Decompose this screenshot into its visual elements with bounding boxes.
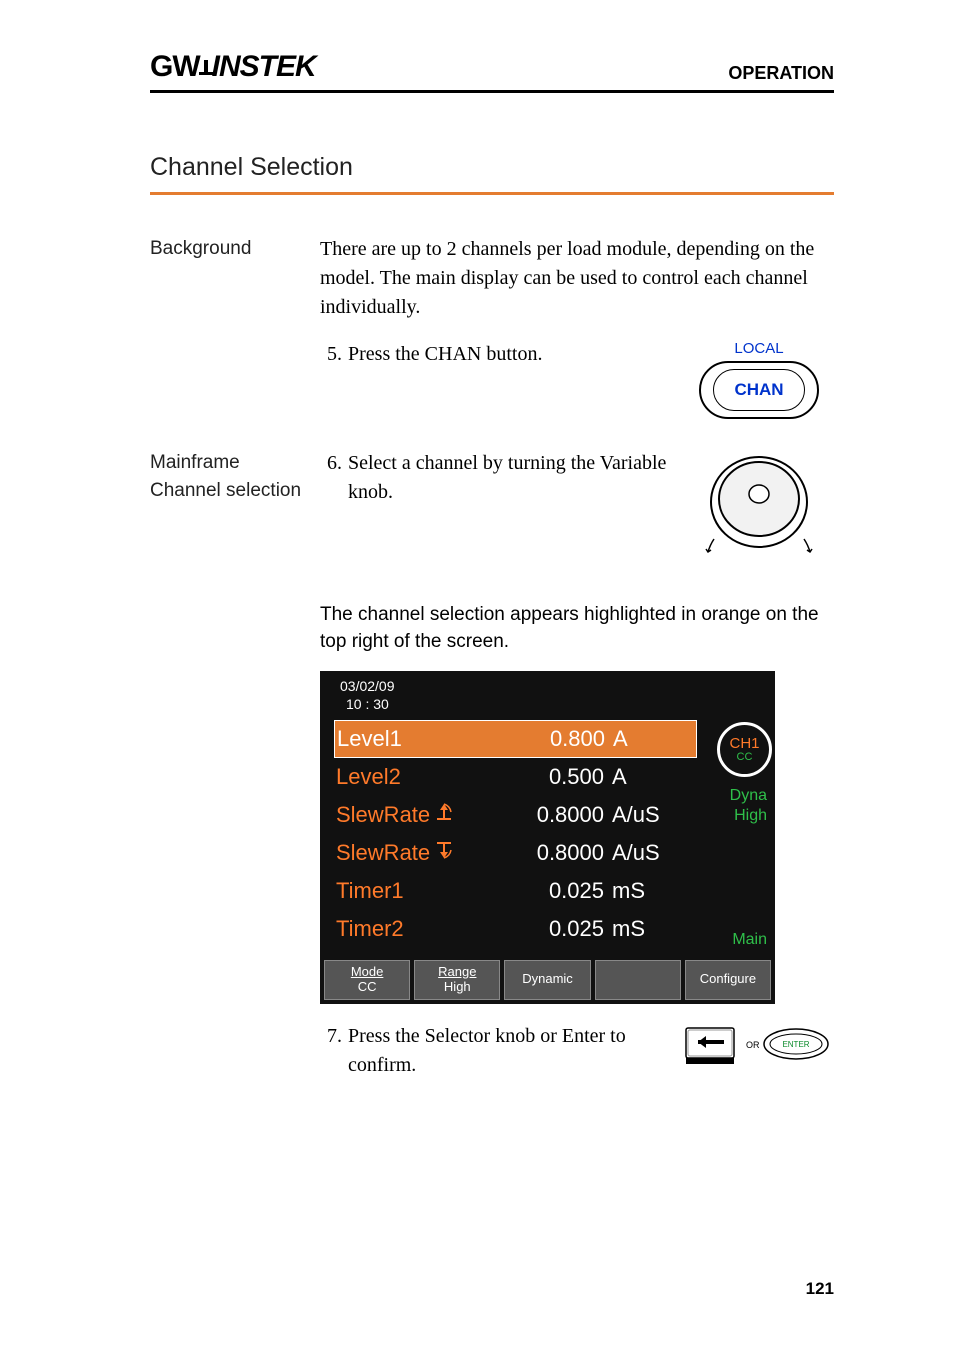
display-softkey bbox=[595, 960, 681, 1000]
display-row: Timer10.025mS bbox=[334, 872, 697, 910]
step-5-number: 5. bbox=[320, 340, 348, 369]
background-label: Background bbox=[150, 235, 320, 263]
display-cc: CC bbox=[737, 752, 753, 763]
display-row-label: Level1 bbox=[335, 723, 505, 755]
step-6-number: 6. bbox=[320, 449, 348, 507]
display-row-label: SlewRate bbox=[334, 799, 504, 831]
step-6-note: The channel selection appears highlighte… bbox=[320, 602, 834, 655]
step-6-text: Select a channel by turning the Variable… bbox=[348, 449, 684, 507]
display-row: SlewRate0.8000A/uS bbox=[334, 796, 697, 834]
device-display: 03/02/09 10 : 30 Level10.800ALevel20.500… bbox=[320, 671, 775, 1003]
mainframe-label-1: Mainframe bbox=[150, 449, 316, 477]
logo-suffix: INSTEK bbox=[212, 50, 316, 84]
display-time: 10 : 30 bbox=[340, 695, 765, 713]
display-row-value: 0.800 bbox=[505, 723, 605, 755]
display-row-value: 0.8000 bbox=[504, 837, 604, 869]
selector-enter-icon: OR ENTER bbox=[684, 1022, 834, 1068]
display-row-value: 0.025 bbox=[504, 913, 604, 945]
display-row-value: 0.025 bbox=[504, 875, 604, 907]
display-softkey: ModeCC bbox=[324, 960, 410, 1000]
display-side-main: Main bbox=[732, 928, 767, 951]
display-row: Level20.500A bbox=[334, 758, 697, 796]
page-number: 121 bbox=[806, 1279, 834, 1299]
display-side-high: High bbox=[734, 804, 767, 827]
variable-knob-icon bbox=[704, 449, 814, 559]
display-row-label: Timer1 bbox=[334, 875, 504, 907]
display-softkey: RangeHigh bbox=[414, 960, 500, 1000]
display-row-unit: A bbox=[605, 723, 673, 755]
display-channel-indicator: CH1 CC bbox=[717, 722, 772, 777]
display-row-unit: A bbox=[604, 761, 672, 793]
background-text: There are up to 2 channels per load modu… bbox=[320, 235, 834, 322]
step-7-text: Press the Selector knob or Enter to conf… bbox=[348, 1022, 684, 1080]
chan-button-label: CHAN bbox=[734, 380, 783, 400]
display-date: 03/02/09 bbox=[340, 677, 765, 695]
display-channel: CH1 bbox=[729, 736, 759, 751]
display-row-unit: A/uS bbox=[604, 799, 672, 831]
display-row-unit: mS bbox=[604, 913, 672, 945]
svg-text:ENTER: ENTER bbox=[782, 1040, 809, 1049]
display-row-unit: mS bbox=[604, 875, 672, 907]
svg-text:OR: OR bbox=[746, 1040, 760, 1050]
display-row-unit: A/uS bbox=[604, 837, 672, 869]
display-row: Level10.800A bbox=[334, 720, 697, 758]
display-row-label: SlewRate bbox=[334, 837, 504, 869]
section-title: Channel Selection bbox=[150, 153, 834, 195]
page-header: GW INSTEK OPERATION bbox=[150, 50, 834, 93]
display-row-value: 0.500 bbox=[504, 761, 604, 793]
arrow-up-icon bbox=[434, 799, 454, 831]
logo-prefix: GW bbox=[150, 50, 200, 84]
display-row: Timer20.025mS bbox=[334, 910, 697, 948]
brand-logo: GW INSTEK bbox=[150, 50, 316, 84]
mainframe-label-2: Channel selection bbox=[150, 477, 316, 505]
chan-local-label: LOCAL bbox=[699, 340, 819, 357]
step-5-text: Press the CHAN button. bbox=[348, 340, 684, 369]
display-row-value: 0.8000 bbox=[504, 799, 604, 831]
display-row-label: Timer2 bbox=[334, 913, 504, 945]
display-row-label: Level2 bbox=[334, 761, 504, 793]
chan-button-graphic: LOCAL CHAN bbox=[699, 340, 819, 419]
header-section-label: OPERATION bbox=[728, 63, 834, 84]
step-7-number: 7. bbox=[320, 1022, 348, 1080]
display-row: SlewRate0.8000A/uS bbox=[334, 834, 697, 872]
chan-button: CHAN bbox=[699, 361, 819, 419]
arrow-down-icon bbox=[434, 837, 454, 869]
display-softkey: Configure bbox=[685, 960, 771, 1000]
display-softkey: Dynamic bbox=[504, 960, 590, 1000]
